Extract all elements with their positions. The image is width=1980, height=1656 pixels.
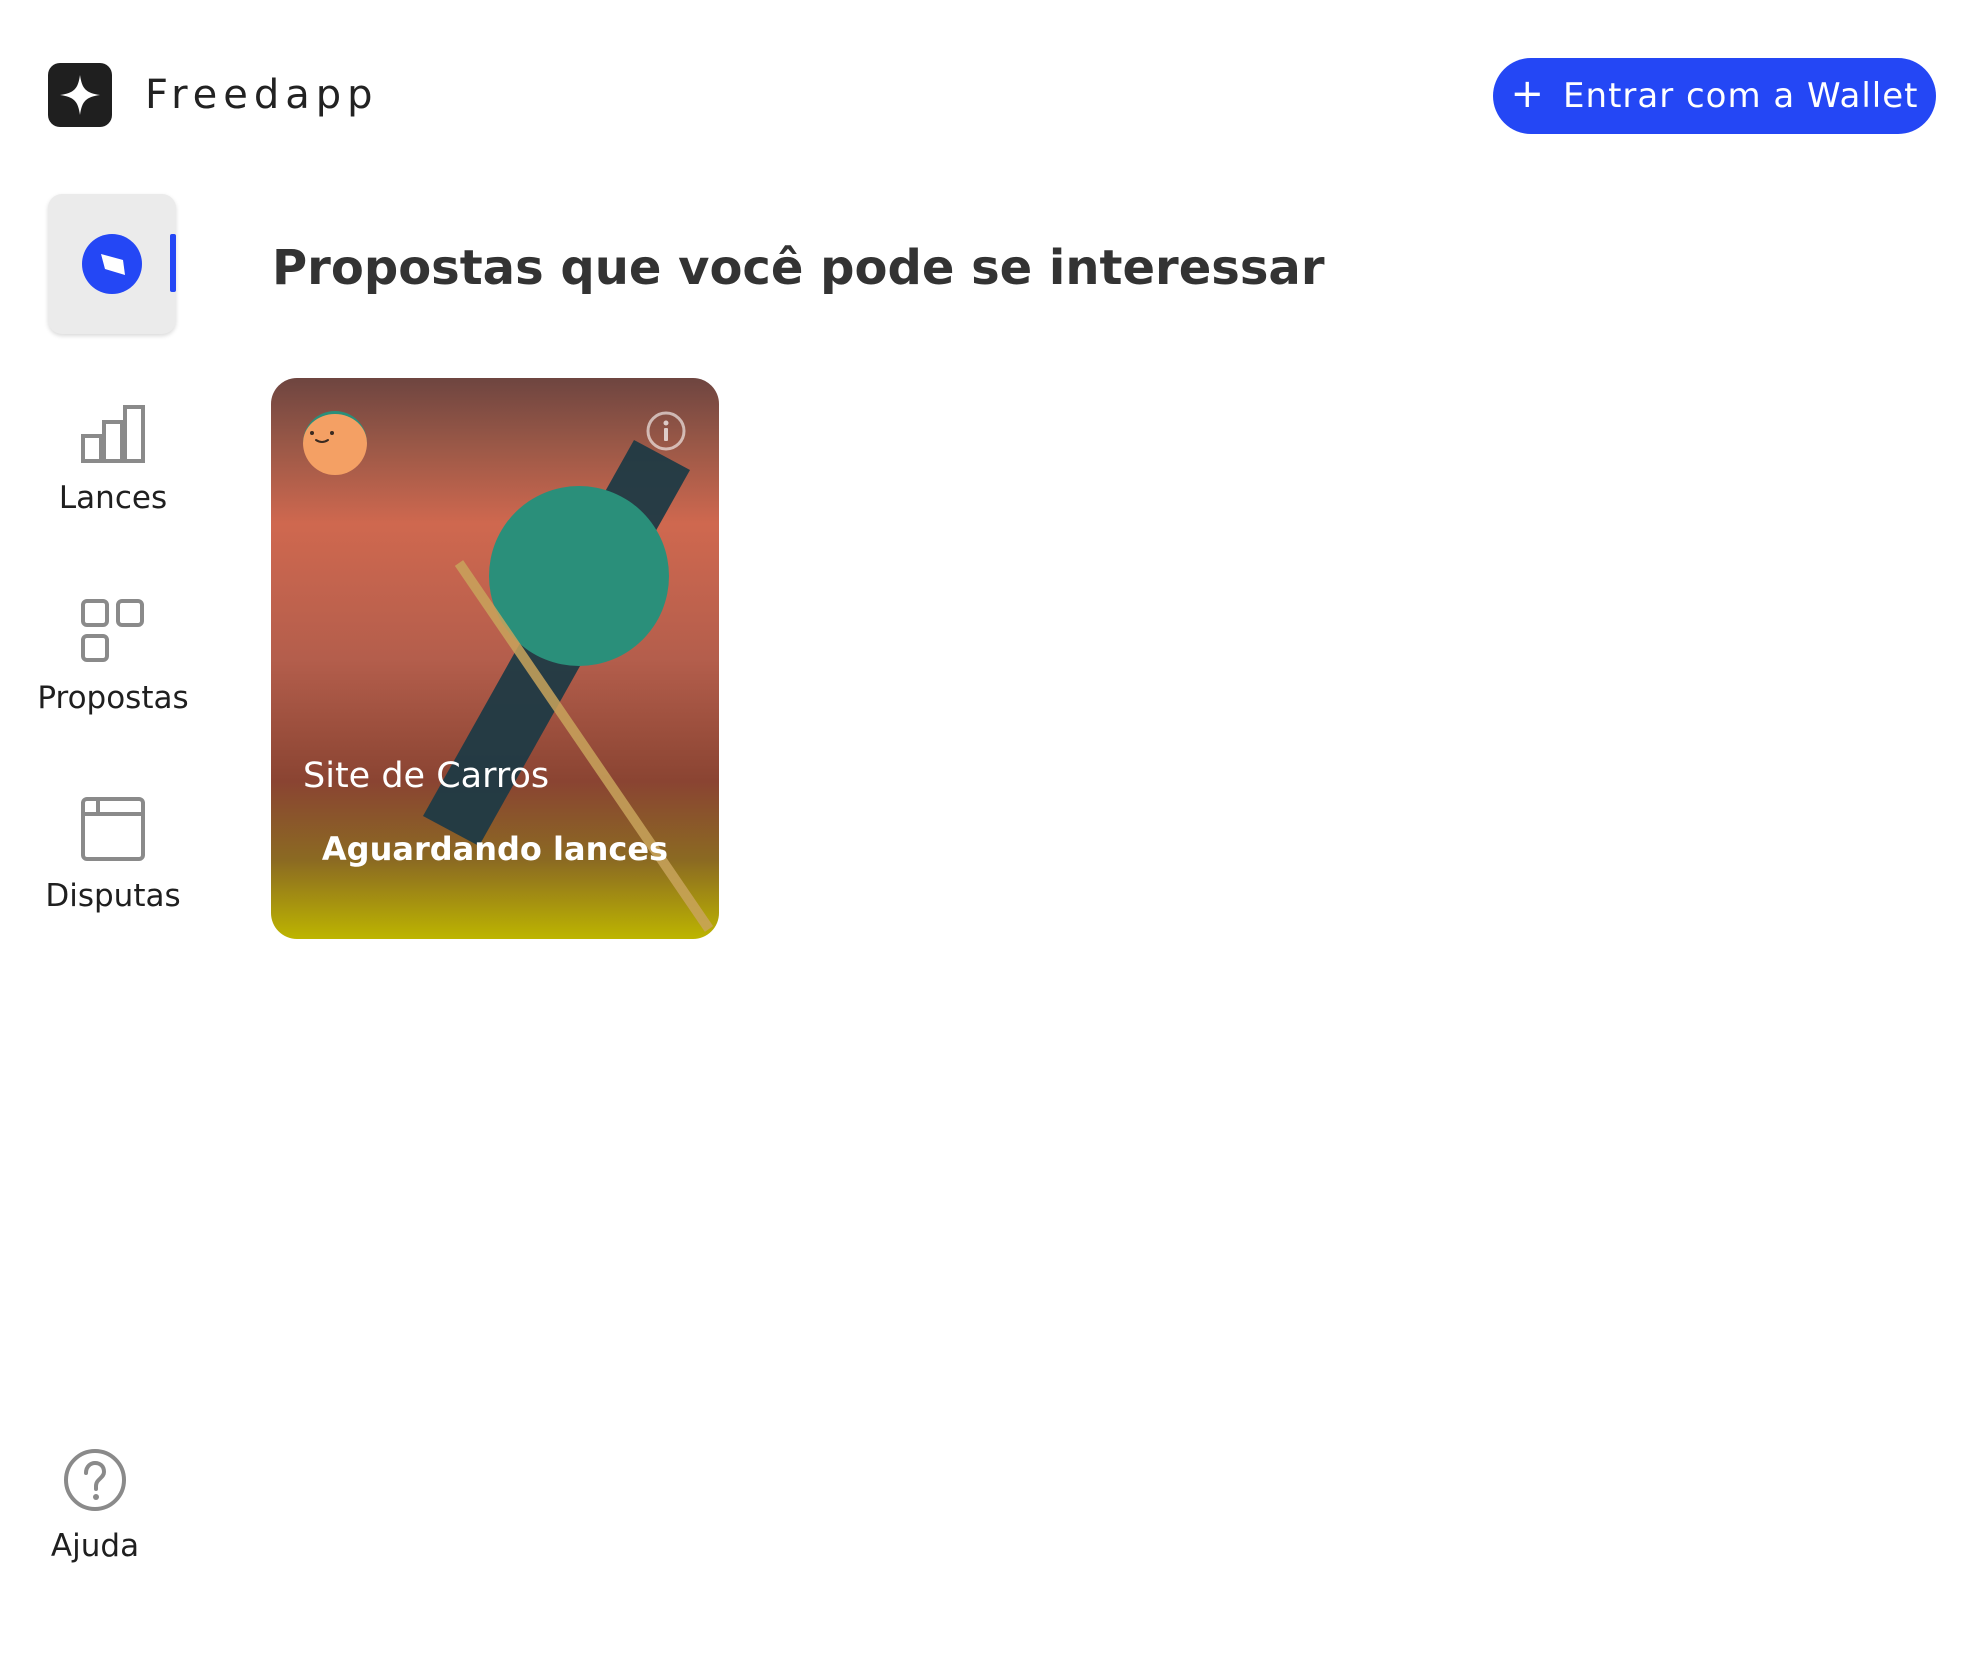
card-title: Site de Carros <box>303 756 550 796</box>
bar-chart-icon <box>81 405 145 463</box>
sidebar-item-propostas[interactable]: Propostas <box>0 598 226 716</box>
compass-icon <box>82 234 142 294</box>
help-label: Ajuda <box>50 1528 140 1564</box>
plus-icon: + <box>1510 71 1546 117</box>
sparkle-icon <box>60 75 100 115</box>
connect-wallet-button[interactable]: + Entrar com a Wallet <box>1493 58 1936 134</box>
logo[interactable] <box>48 63 112 127</box>
sidebar-item-disputas[interactable]: Disputas <box>0 796 226 914</box>
sidebar-item-explore[interactable] <box>48 194 176 334</box>
window-icon <box>81 797 145 861</box>
brand-name: Freedapp <box>145 72 379 118</box>
sidebar-item-label: Propostas <box>37 680 189 716</box>
sidebar-item-label: Lances <box>58 480 168 516</box>
smiley-avatar-icon <box>303 411 367 475</box>
proposal-card[interactable]: Site de Carros Aguardando lances <box>271 378 719 939</box>
grid-icon <box>81 599 144 662</box>
app-root: Freedapp + Entrar com a Wallet Lances Pr… <box>0 0 1980 1656</box>
sidebar-item-lances[interactable]: Lances <box>0 404 226 516</box>
page-title: Propostas que você pode se interessar <box>272 240 1325 296</box>
connect-wallet-label: Entrar com a Wallet <box>1563 76 1919 116</box>
info-icon[interactable] <box>645 410 687 452</box>
question-circle-icon <box>64 1449 126 1511</box>
sidebar-item-label: Disputas <box>45 878 181 914</box>
card-status: Aguardando lances <box>321 830 669 868</box>
help-button[interactable]: Ajuda <box>0 1448 190 1564</box>
active-indicator <box>170 234 176 292</box>
